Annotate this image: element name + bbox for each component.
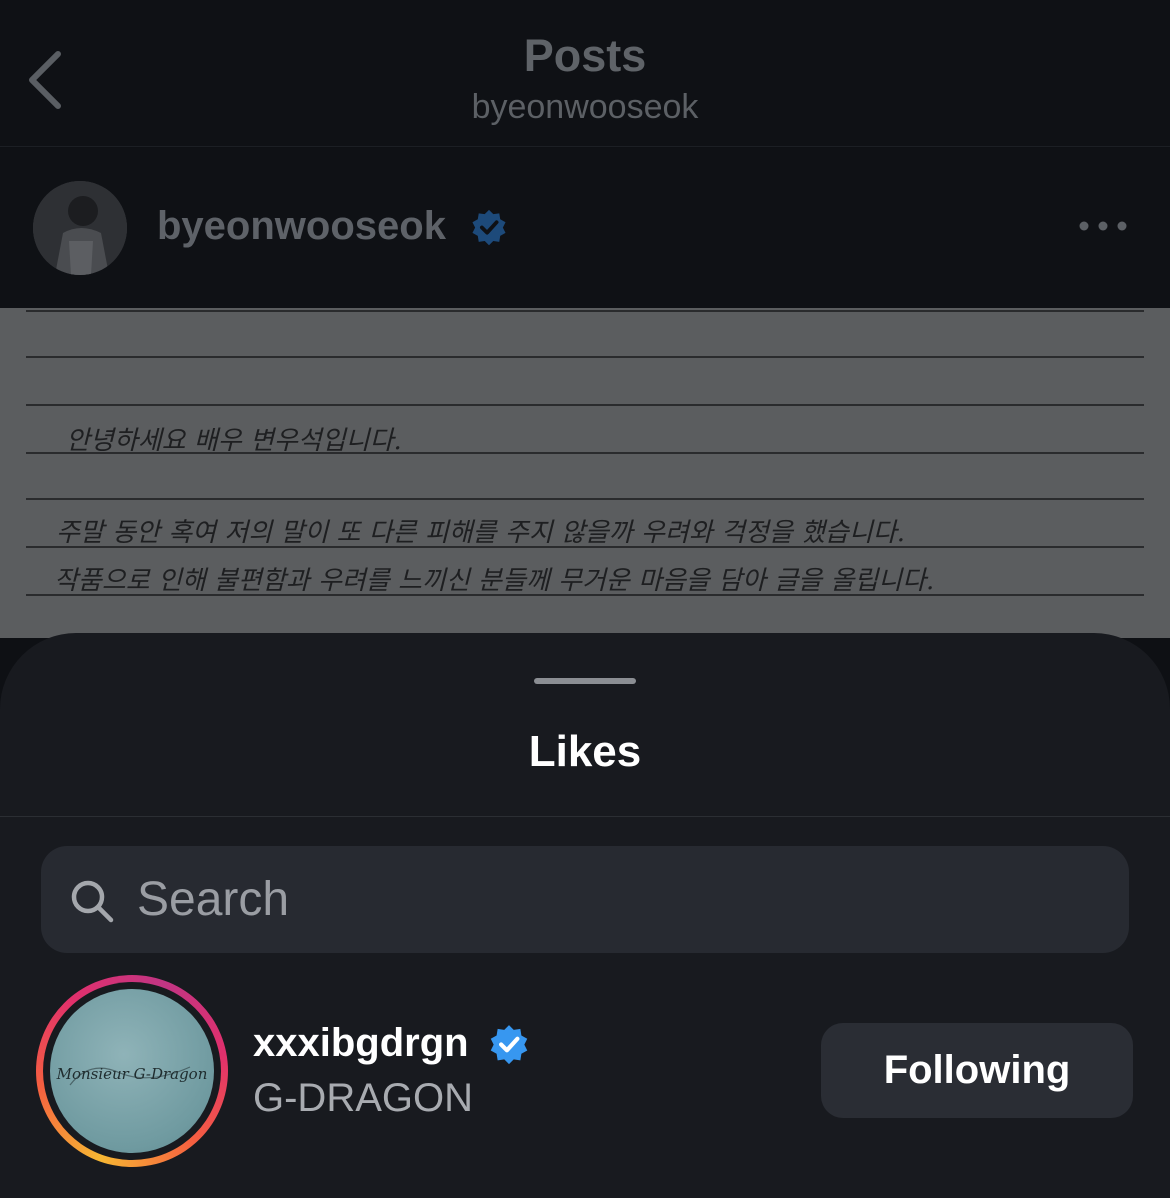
sheet-title: Likes — [528, 727, 642, 776]
avatar-logo: Monsieur G-Dragon — [56, 1065, 208, 1086]
letter-line: 주말 동안 혹여 저의 말이 또 다른 피해를 주지 않을까 우려와 걱정을 했… — [56, 518, 905, 548]
sheet-grabber-handle[interactable] — [534, 678, 636, 684]
page-title: Posts — [523, 30, 647, 81]
likes-sheet: Likes Monsieur G-Dragon xxxibgdrgn G — [0, 633, 1170, 1198]
top-bar: Posts byeonwooseok — [0, 0, 1170, 147]
letter-line: 안녕하세요 배우 변우석입니다. — [66, 426, 402, 456]
user-handle[interactable]: xxxibgdrgn — [253, 1021, 469, 1066]
post-image-handwritten-letter: 안녕하세요 배우 변우석입니다. 주말 동안 혹여 저의 말이 또 다른 피해를… — [0, 308, 1170, 638]
story-ring[interactable]: Monsieur G-Dragon — [36, 975, 228, 1167]
user-display-name: G-DRAGON — [253, 1076, 473, 1120]
search-bar[interactable] — [41, 846, 1129, 953]
avatar: Monsieur G-Dragon — [50, 989, 214, 1153]
verified-badge-icon — [472, 209, 506, 246]
letter-line: 작품으로 인해 불편함과 우려를 느끼신 분들께 무거운 마음을 담아 글을 올… — [54, 566, 935, 596]
post-author-username[interactable]: byeonwooseok — [157, 204, 446, 249]
verified-badge-icon — [490, 1025, 528, 1065]
more-icon[interactable] — [1078, 220, 1128, 232]
list-item[interactable]: Monsieur G-Dragon xxxibgdrgn G-DRAGON Fo… — [0, 973, 1170, 1173]
avatar-text: Monsieur G-Dragon — [56, 1065, 208, 1083]
search-input[interactable] — [137, 846, 1097, 953]
page-subtitle: byeonwooseok — [471, 88, 699, 126]
post-header: byeonwooseok — [0, 148, 1170, 308]
divider — [0, 816, 1170, 817]
search-icon — [71, 880, 114, 923]
post-author-avatar[interactable] — [33, 181, 127, 275]
following-button[interactable]: Following — [821, 1023, 1133, 1118]
